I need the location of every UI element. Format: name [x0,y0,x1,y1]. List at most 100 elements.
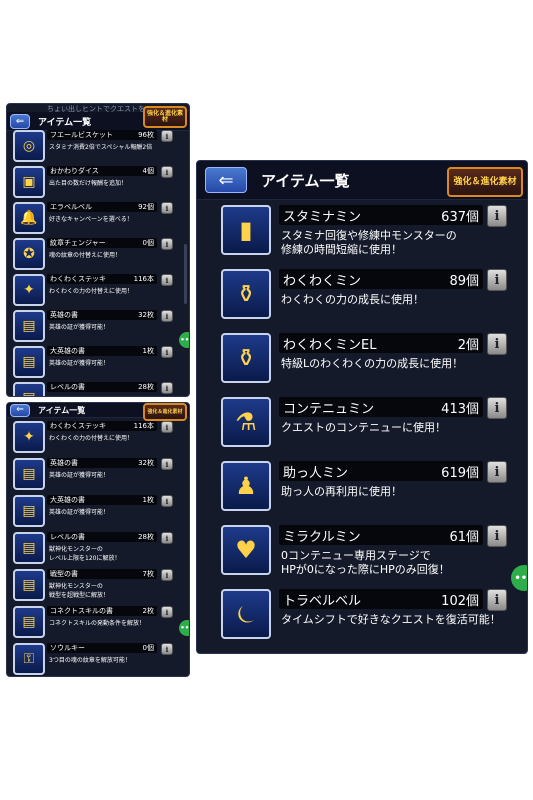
item-name-bar: ソウルキー 0個 [47,643,157,653]
list-item[interactable]: ▤ コネクトスキルの書 2枚 i コネクトスキルの発動条件を解放！ [7,606,189,638]
list-item[interactable]: ⏾ トラベルベル 102個 i タイムシフトで好きなクエストを復活可能！ [197,589,527,647]
enhance-material-badge[interactable]: 強化＆進化素材 [143,403,187,421]
item-info-button[interactable]: i [161,421,173,433]
item-name-bar: レベルの書 28枚 [47,532,157,542]
list-item[interactable]: 🔔 エラベルベル 92個 i 好きなキャンペーンを選べる！ [7,202,189,234]
item-info-button[interactable]: i [161,382,173,394]
item-description: 3つ目の魂の紋章を解放可能！ [49,657,131,664]
book-icon: ▤ [22,354,36,370]
item-count: 61個 [449,529,479,545]
item-count: 0個 [142,239,154,247]
continue-potion-icon: ⚗ [235,408,257,436]
item-info-button[interactable]: i [487,461,507,483]
more-options-button[interactable]: ••• [179,620,189,636]
item-name-bar: 英雄の書 32枚 [47,310,157,320]
list-item[interactable]: ⚗ コンテニュミン 413個 i クエストのコンテニューに使用！ [197,397,527,455]
item-list-panel-top-left: ちょい出しヒントでクエストを ⇐ アイテム一覧 強化＆進化素材 ◎ フエールビスケ… [6,103,190,397]
stamina-can-icon: ▮ [239,216,253,244]
item-info-button[interactable]: i [161,202,173,214]
item-count: 28枚 [138,533,154,541]
list-item[interactable]: ▤ レベルの書 28枚 i 獣神化モンスターの レベル上限を120に解放！ [7,532,189,564]
item-name: 紋章チェンジャー [50,239,106,247]
item-name: フエールビスケット [50,131,113,139]
item-info-button[interactable]: i [487,525,507,547]
item-name: 英雄の書 [50,459,78,467]
list-item[interactable]: ▤ 大英雄の書 1枚 i 英雄の証が獲得可能！ [7,346,189,378]
item-icon-box: ▤ [13,310,45,342]
scrollbar[interactable] [184,244,187,304]
item-count: 7枚 [142,570,154,578]
item-count: 637個 [441,209,479,225]
item-info-button[interactable]: i [487,205,507,227]
item-name: ソウルキー [50,644,85,652]
more-options-button[interactable]: ••• [511,565,527,591]
list-item[interactable]: ▤ レベルの書 28枚 i [7,382,189,396]
item-count: 1枚 [142,496,154,504]
item-description: タイムシフトで好きなクエストを復活可能！ [281,613,501,626]
list-item[interactable]: ✪ 紋章チェンジャー 0個 i 魂の紋章の付替えに使用！ [7,238,189,270]
item-description: レベル上限を120に解放！ [49,555,121,562]
page-title: アイテム一覧 [38,117,92,128]
item-description: クエストのコンテニューに使用！ [281,421,446,434]
item-info-button[interactable]: i [161,495,173,507]
list-item[interactable]: ✦ わくわくステッキ 116本 i わくわくの力の付替えに使用！ [7,421,189,453]
list-item[interactable]: ▤ 英雄の書 32枚 i 英雄の証が獲得可能！ [7,458,189,490]
list-item[interactable]: ▤ 戦型の書 7枚 i 獣神化モンスターの 戦型を超戦型に解放！ [7,569,189,601]
item-info-button[interactable]: i [161,238,173,250]
item-name: ミラクルミン [283,529,361,545]
item-name-bar: レベルの書 28枚 [47,382,157,392]
list-item[interactable]: ▣ おかわりダイス 4個 i 出た目の数だけ報酬を追加！ [7,166,189,198]
book-icon: ▤ [22,466,36,482]
item-icon-box: ⏾ [221,589,271,639]
list-item[interactable]: ◎ フエールビスケット 96枚 i スタミナ消費2倍でスペシャル報酬2倍 [7,130,189,162]
list-item[interactable]: ▤ 英雄の書 32枚 i 英雄の証が獲得可能！ [7,310,189,342]
item-info-button[interactable]: i [161,310,173,322]
item-count: 102個 [441,593,479,609]
list-item[interactable]: ⚱ わくわくミンEL 2個 i 特級Lのわくわくの力の成長に使用！ [197,333,527,391]
list-item[interactable]: ▤ 大英雄の書 1枚 i 英雄の証が獲得可能！ [7,495,189,527]
enhance-material-badge[interactable]: 強化＆進化素材 [143,106,187,128]
list-item[interactable]: ▮ スタミナミン 637個 i スタミナ回復や修練中モンスターの 修練の時間短縮に使用！ [197,205,527,263]
item-info-button[interactable]: i [161,130,173,142]
item-info-button[interactable]: i [161,166,173,178]
more-options-button[interactable]: ••• [179,332,189,348]
item-count: 116本 [133,422,154,430]
item-count: 28枚 [138,383,154,391]
item-info-button[interactable]: i [487,269,507,291]
bottle-el-icon: ⚱ [235,344,257,372]
item-info-button[interactable]: i [161,458,173,470]
list-item[interactable]: ✦ わくわくステッキ 116本 i わくわくの力の付替えに使用！ [7,274,189,306]
item-info-button[interactable]: i [487,333,507,355]
list-item[interactable]: ♟ 助っ人ミン 619個 i 助っ人の再利用に使用！ [197,461,527,519]
item-name: 大英雄の書 [50,496,85,504]
item-info-button[interactable]: i [161,569,173,581]
item-info-button[interactable]: i [161,532,173,544]
list-item[interactable]: ⚿ ソウルキー 0個 i 3つ目の魂の紋章を解放可能！ [7,643,189,675]
item-icon-box: ▤ [13,346,45,378]
item-name-bar: ミラクルミン 61個 [279,525,483,545]
item-icon-box: ▤ [13,382,45,396]
item-info-button[interactable]: i [487,589,507,611]
item-name-bar: わくわくミンEL 2個 [279,333,483,353]
item-description: 戦型を超戦型に解放！ [49,592,110,599]
item-info-button[interactable]: i [161,643,173,655]
back-button[interactable]: ⇐ [10,403,30,417]
item-info-button[interactable]: i [161,274,173,286]
item-info-button[interactable]: i [487,397,507,419]
item-icon-box: ▤ [13,532,45,564]
travel-bell-icon: ⏾ [236,600,256,628]
item-description: 英雄の証が獲得可能！ [49,472,110,479]
item-info-button[interactable]: i [161,346,173,358]
list-item[interactable]: ⚱ わくわくミン 89個 i わくわくの力の成長に使用！ [197,269,527,327]
item-description: わくわくの力の付替えに使用！ [49,288,134,295]
item-name: わくわくステッキ [50,422,106,430]
item-info-button[interactable]: i [161,606,173,618]
miracle-potion-icon: ♥ [235,536,257,564]
item-description: 特級Lのわくわくの力の成長に使用！ [281,357,464,370]
list-item[interactable]: ♥ ミラクルミン 61個 i 0コンテニュー専用ステージで HPが0になった際にHPのみ回… [197,525,527,583]
back-button[interactable]: ⇐ [205,167,247,193]
enhance-material-badge[interactable]: 強化＆進化素材 [447,167,523,197]
back-button[interactable]: ⇐ [10,113,30,129]
book-icon: ▤ [22,390,35,396]
back-arrow-icon: ⇐ [15,115,25,127]
